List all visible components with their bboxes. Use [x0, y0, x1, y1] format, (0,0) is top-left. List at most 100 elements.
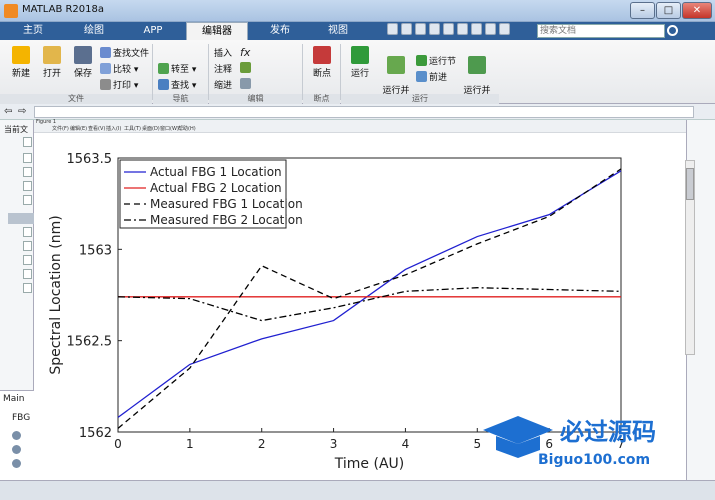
figure-menu-help[interactable]: 帮助(H) — [178, 125, 196, 132]
advance-button[interactable]: 前进 — [416, 70, 447, 83]
goto-button[interactable]: 转至 ▾ — [158, 62, 196, 75]
watermark-logo: 必过源码 Biguo100.com — [483, 416, 656, 468]
tab-view[interactable]: 视图 — [312, 22, 364, 40]
variable-icon[interactable] — [12, 431, 21, 440]
fx-icon[interactable]: fx — [240, 46, 250, 59]
find-icon — [158, 79, 169, 90]
tab-plots[interactable]: 绘图 — [66, 22, 122, 40]
current-folder-address-bar: ⇦ ⇨ — [0, 104, 715, 120]
figure-menu-edit[interactable]: 编辑(E) — [70, 125, 87, 132]
printer-icon — [100, 79, 111, 90]
undo-quick-icon[interactable] — [443, 23, 454, 35]
print-button[interactable]: 打印 ▾ — [100, 78, 138, 91]
save-button[interactable]: 保存 — [68, 46, 98, 79]
redo-quick-icon[interactable] — [457, 23, 468, 35]
separator — [302, 44, 303, 100]
comment-percent-icon[interactable] — [240, 62, 251, 73]
new-button[interactable]: 新建 — [6, 46, 36, 79]
group-label-nav: 导航 — [153, 94, 208, 104]
find-files-button[interactable]: 查找文件 — [100, 46, 149, 59]
workspace-item-label: FBG — [12, 413, 31, 423]
legend-entry-1: Actual FBG 1 Location — [150, 165, 282, 179]
paste-quick-icon[interactable] — [429, 23, 440, 35]
comment-button[interactable]: 注释 — [214, 62, 232, 75]
file-icon[interactable] — [23, 255, 32, 265]
scrollbar-thumb[interactable] — [686, 168, 694, 200]
compare-icon — [100, 63, 111, 74]
run-section-icon — [416, 55, 427, 66]
file-icon[interactable] — [23, 227, 32, 237]
group-label-file: 文件 — [0, 94, 152, 104]
group-label-edit: 编辑 — [209, 94, 302, 104]
compare-button[interactable]: 比较 ▾ — [100, 62, 138, 75]
x-tick-label: 4 — [402, 437, 410, 451]
legend-entry-3: Measured FBG 1 Location — [150, 197, 303, 211]
figure-menu-window[interactable]: 窗口(W) — [160, 125, 179, 132]
indent-button[interactable]: 缩进 — [214, 78, 232, 91]
y-tick-label: 1563 — [79, 243, 112, 258]
figure-menu-insert[interactable]: 插入(I) — [106, 125, 121, 132]
insert-button[interactable]: 插入 — [214, 46, 232, 59]
file-icon[interactable] — [23, 181, 32, 191]
copy-quick-icon[interactable] — [415, 23, 426, 35]
file-icon[interactable] — [23, 241, 32, 251]
group-label-run: 运行 — [341, 94, 499, 104]
file-icon[interactable] — [23, 283, 32, 293]
back-arrow-icon[interactable]: ⇦ — [4, 106, 12, 117]
search-documentation-input[interactable] — [537, 24, 665, 38]
open-button[interactable]: 打开 — [37, 46, 67, 79]
separator — [208, 44, 209, 100]
figure-menu-file[interactable]: 文件(F) — [52, 125, 69, 132]
cut-quick-icon[interactable] — [401, 23, 412, 35]
help-quick-icon[interactable] — [485, 23, 496, 35]
file-icon[interactable] — [23, 167, 32, 177]
maximize-button[interactable]: □ — [656, 2, 681, 19]
y-axis-label: Spectral Location (nm) — [48, 215, 64, 374]
x-tick-label: 2 — [258, 437, 266, 451]
switch-windows-icon[interactable] — [471, 23, 482, 35]
window-title: MATLAB R2018a — [22, 4, 105, 15]
close-button[interactable]: ✕ — [682, 2, 712, 19]
file-icon[interactable] — [23, 195, 32, 205]
x-tick-label: 3 — [330, 437, 338, 451]
variable-icon[interactable] — [12, 459, 21, 468]
figure-menu-desktop[interactable]: 桌面(D) — [142, 125, 160, 132]
search-icon[interactable] — [667, 25, 678, 36]
save-quick-icon[interactable] — [387, 23, 398, 35]
legend-entry-4: Measured FBG 2 Location — [150, 213, 303, 227]
folder-icon — [43, 46, 61, 64]
find-files-icon — [100, 47, 111, 58]
run-advance-icon — [387, 56, 405, 74]
goto-icon — [158, 63, 169, 74]
title-bar — [0, 0, 715, 22]
run-section-button[interactable]: 运行节 — [416, 54, 456, 67]
status-bar — [0, 480, 715, 500]
indent-icon[interactable] — [240, 78, 251, 89]
breakpoints-button[interactable]: 断点 — [308, 46, 336, 79]
figure-menu-tools[interactable]: 工具(T) — [124, 125, 141, 132]
tab-publish[interactable]: 发布 — [254, 22, 306, 40]
run-button[interactable]: 运行 — [346, 46, 374, 79]
minimize-button[interactable]: – — [630, 2, 655, 19]
tab-editor[interactable]: 编辑器 — [186, 22, 248, 40]
file-icon[interactable] — [23, 269, 32, 279]
file-icon[interactable] — [23, 153, 32, 163]
legend-entry-2: Actual FBG 2 Location — [150, 181, 282, 195]
address-field[interactable] — [34, 106, 694, 118]
y-tick-label: 1562.5 — [67, 335, 113, 350]
variable-icon[interactable] — [12, 445, 21, 454]
file-icon[interactable] — [23, 137, 32, 147]
tab-apps[interactable]: APP — [125, 22, 181, 40]
customize-quick-icon[interactable] — [499, 23, 510, 35]
forward-arrow-icon[interactable]: ⇨ — [18, 106, 26, 117]
advance-icon — [416, 71, 427, 82]
save-disk-icon — [74, 46, 92, 64]
current-folder-label: 当前文 — [4, 125, 28, 134]
separator — [152, 44, 153, 100]
figure-menu-view[interactable]: 查看(V) — [88, 125, 105, 132]
tab-home[interactable]: 主页 — [8, 22, 58, 40]
selected-file-row[interactable] — [8, 213, 34, 224]
separator — [340, 44, 341, 100]
find-button[interactable]: 查找 ▾ — [158, 78, 196, 91]
watermark-brand: 必过源码 — [560, 418, 656, 446]
